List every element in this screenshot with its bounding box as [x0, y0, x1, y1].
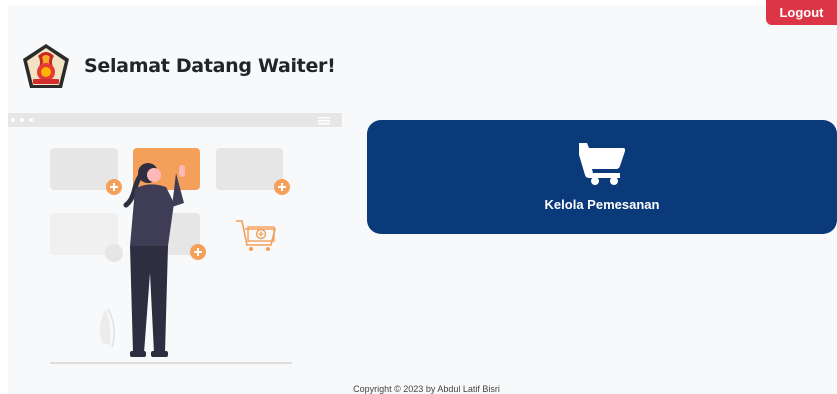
- copyright-footer: Copyright © 2023 by Abdul Latif Bisri: [353, 384, 500, 394]
- waiter-illustration: [8, 113, 342, 364]
- kelola-pemesanan-card[interactable]: Kelola Pemesanan: [367, 120, 837, 234]
- logout-button[interactable]: Logout: [766, 0, 837, 25]
- shopping-cart-icon: [579, 142, 625, 185]
- restaurant-logo: [23, 44, 69, 88]
- welcome-title: Selamat Datang Waiter!: [84, 55, 336, 77]
- kelola-pemesanan-label: Kelola Pemesanan: [544, 196, 660, 212]
